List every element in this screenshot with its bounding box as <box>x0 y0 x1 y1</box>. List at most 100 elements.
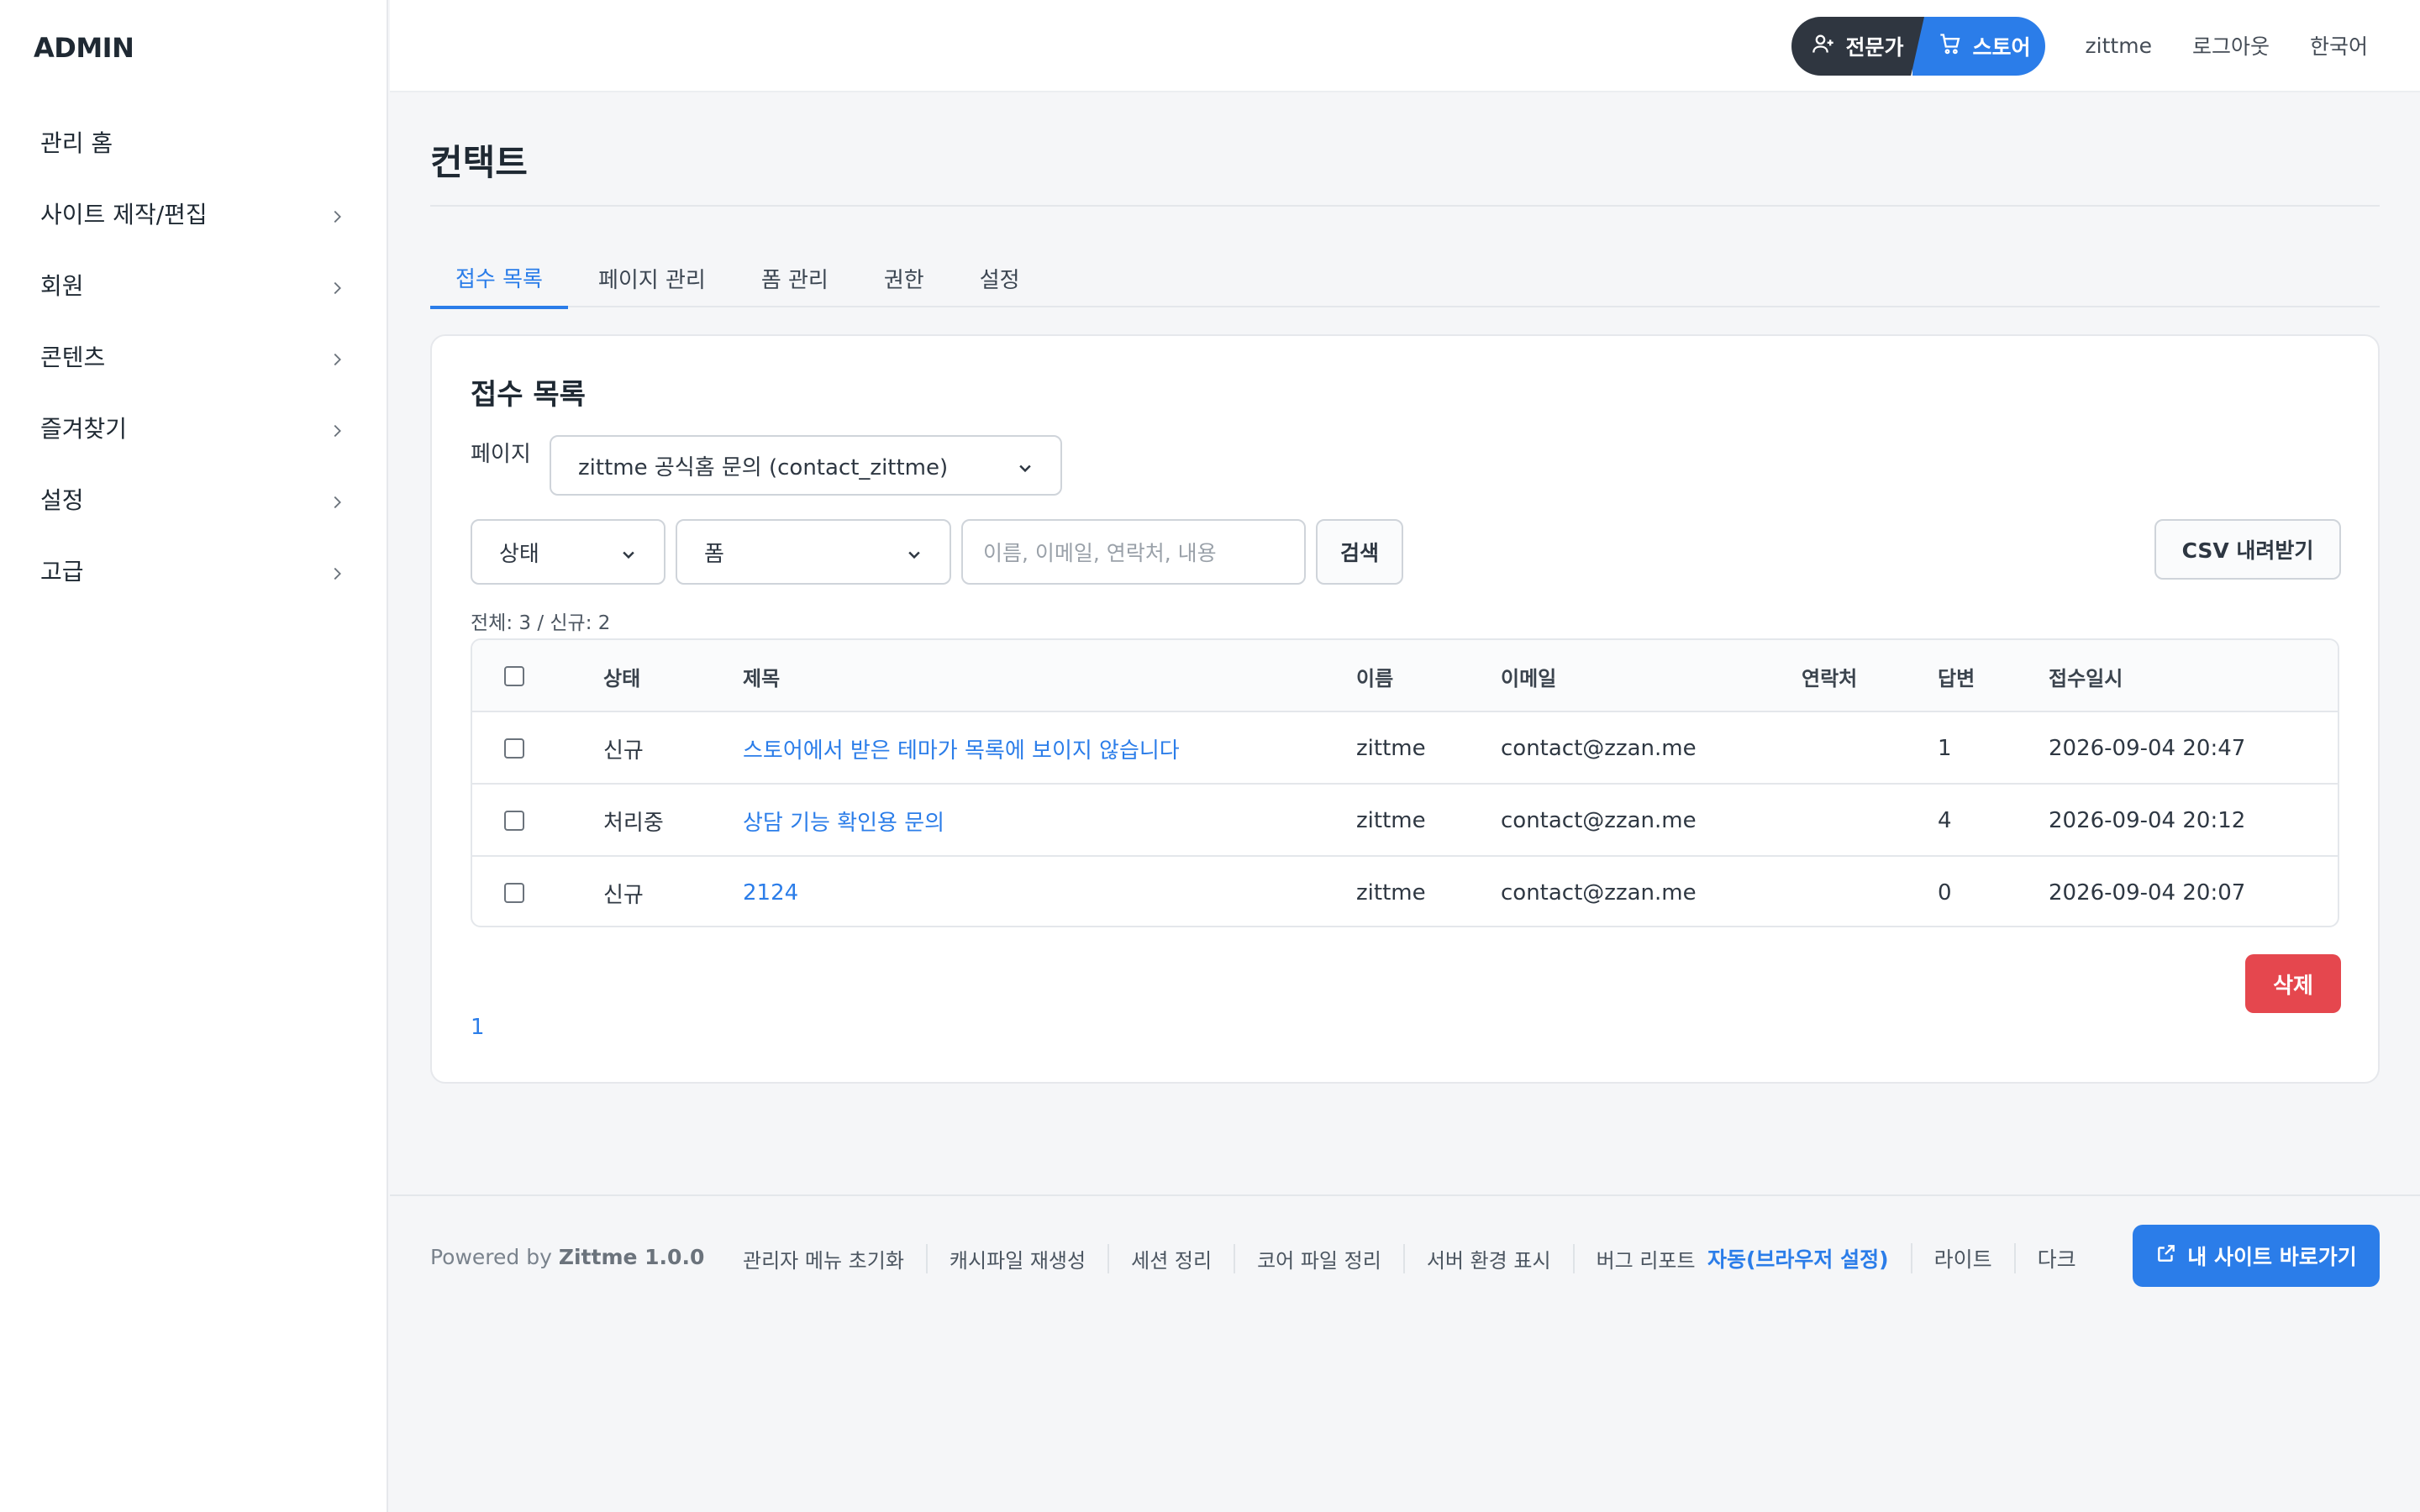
sidebar-item-label: 고급 <box>40 557 84 585</box>
tab-form-management[interactable]: 폼 관리 <box>736 249 854 307</box>
chevron-down-icon <box>906 543 923 560</box>
chevron-right-icon <box>328 561 346 580</box>
csv-download-button[interactable]: CSV 내려받기 <box>2154 519 2341 580</box>
row-name: zittme <box>1356 880 1426 906</box>
footer-divider <box>390 1194 2420 1196</box>
page-select[interactable]: zittme 공식홈 문의 (contact_zittme) <box>550 435 1062 496</box>
search-input[interactable]: 이름, 이메일, 연락처, 내용 <box>961 519 1306 585</box>
page-title: 컨택트 <box>430 142 528 183</box>
delete-button[interactable]: 삭제 <box>2245 954 2341 1013</box>
row-status: 신규 <box>603 882 644 908</box>
visit-site-button[interactable]: 내 사이트 바로가기 <box>2133 1225 2380 1287</box>
sidebar-item-members[interactable]: 회원 <box>0 249 387 320</box>
row-replies: 1 <box>1938 736 1952 761</box>
tab-settings[interactable]: 설정 <box>955 249 1045 307</box>
visit-site-label: 내 사이트 바로가기 <box>2187 1245 2357 1269</box>
theme-dark[interactable]: 다크 <box>2013 1243 2098 1273</box>
powered-prefix: Powered by <box>430 1245 552 1269</box>
table-row: 신규 2124 zittme contact@zzan.me 0 2026-09… <box>472 857 2338 926</box>
admin-logo[interactable]: ADMIN <box>34 32 134 64</box>
chevron-right-icon <box>328 204 346 223</box>
page-label: 페이지 <box>471 442 531 467</box>
header-date: 접수일시 <box>2049 666 2123 690</box>
tab-permissions[interactable]: 권한 <box>859 249 950 307</box>
footer-links: 관리자 메뉴 초기화 캐시파일 재생성 세션 정리 코어 파일 정리 서버 환경… <box>743 1243 1718 1273</box>
row-date: 2026-09-04 20:47 <box>2049 736 2246 761</box>
user-link[interactable]: zittme <box>2086 34 2152 58</box>
footer-link-bug-report[interactable]: 버그 리포트 <box>1572 1243 1718 1273</box>
row-replies: 0 <box>1938 880 1952 906</box>
row-select-cell <box>504 785 524 857</box>
table-row: 처리중 상담 기능 확인용 문의 zittme contact@zzan.me … <box>472 785 2338 857</box>
sidebar-item-label: 콘텐츠 <box>40 343 106 371</box>
row-select-cell <box>504 712 524 785</box>
external-link-icon <box>2155 1242 2177 1269</box>
row-subject-link[interactable]: 스토어에서 받은 테마가 목록에 보이지 않습니다 <box>743 712 1180 785</box>
status-select-value: 상태 <box>499 541 539 567</box>
submissions-card: 접수 목록 페이지 zittme 공식홈 문의 (contact_zittme)… <box>430 334 2380 1084</box>
row-email: contact@zzan.me <box>1501 736 1697 761</box>
header-email: 이메일 <box>1501 666 1557 690</box>
pagination-page-1[interactable]: 1 <box>471 1015 485 1040</box>
footer-link-clean-sessions[interactable]: 세션 정리 <box>1107 1243 1234 1273</box>
header-replies: 답변 <box>1938 666 1975 690</box>
header-status: 상태 <box>603 666 641 690</box>
store-label: 스토어 <box>1972 35 2031 60</box>
row-status: 신규 <box>603 738 644 764</box>
select-all-checkbox[interactable] <box>504 666 524 686</box>
tab-bar: 접수 목록 페이지 관리 폼 관리 권한 설정 <box>430 249 2380 309</box>
footer-link-server-env[interactable]: 서버 환경 표시 <box>1402 1243 1573 1273</box>
sidebar-item-label: 설정 <box>40 486 84 514</box>
footer-link-clean-core-files[interactable]: 코어 파일 정리 <box>1234 1243 1403 1273</box>
top-links: zittme 로그아웃 한국어 <box>2086 0 2368 91</box>
search-button[interactable]: 검색 <box>1316 519 1403 585</box>
theme-switcher: 자동(브라우저 설정) 라이트 다크 <box>1707 1243 2098 1273</box>
sidebar-item-settings[interactable]: 설정 <box>0 463 387 534</box>
row-subject-link[interactable]: 상담 기능 확인용 문의 <box>743 785 944 857</box>
sidebar-item-favorites[interactable]: 즐겨찾기 <box>0 391 387 463</box>
header-phone: 연락처 <box>1802 666 1858 690</box>
sidebar-item-site-builder[interactable]: 사이트 제작/편집 <box>0 177 387 249</box>
status-select[interactable]: 상태 <box>471 519 666 585</box>
expert-button[interactable]: 전문가 <box>1791 17 1924 76</box>
chevron-right-icon <box>328 276 346 294</box>
row-replies: 4 <box>1938 808 1952 833</box>
row-subject-link[interactable]: 2124 <box>743 857 798 926</box>
language-link[interactable]: 한국어 <box>2310 30 2368 60</box>
footer-link-reset-menu[interactable]: 관리자 메뉴 초기화 <box>743 1244 926 1273</box>
row-email: contact@zzan.me <box>1501 880 1697 906</box>
theme-auto[interactable]: 자동(브라우저 설정) <box>1707 1243 1911 1273</box>
sidebar-item-label: 사이트 제작/편집 <box>40 200 208 228</box>
row-checkbox[interactable] <box>504 738 524 759</box>
expert-label: 전문가 <box>1845 35 1904 60</box>
store-button[interactable]: 스토어 <box>1912 17 2045 76</box>
powered-by: Powered by Zittme 1.0.0 <box>430 1245 704 1269</box>
row-checkbox[interactable] <box>504 811 524 831</box>
sidebar: ADMIN 관리 홈 사이트 제작/편집 회원 콘텐츠 즐겨찾기 설정 고급 <box>0 0 388 1512</box>
tab-submissions[interactable]: 접수 목록 <box>430 249 568 309</box>
form-select[interactable]: 폼 <box>676 519 951 585</box>
logout-link[interactable]: 로그아웃 <box>2192 30 2270 60</box>
submissions-table: 상태 제목 이름 이메일 연락처 답변 접수일시 신규 스토어에서 받은 테마가… <box>471 638 2339 927</box>
row-name: zittme <box>1356 808 1426 833</box>
topbar: 전문가 스토어 zittme 로그아웃 한국어 <box>390 0 2420 92</box>
card-title: 접수 목록 <box>471 378 586 412</box>
sidebar-item-contents[interactable]: 콘텐츠 <box>0 320 387 391</box>
row-date: 2026-09-04 20:07 <box>2049 880 2246 906</box>
row-checkbox[interactable] <box>504 883 524 903</box>
header-subject: 제목 <box>743 666 781 690</box>
user-plus-icon <box>1812 32 1835 60</box>
sidebar-item-advanced[interactable]: 고급 <box>0 534 387 606</box>
row-name: zittme <box>1356 736 1426 761</box>
sidebar-item-admin-home[interactable]: 관리 홈 <box>0 106 387 177</box>
title-divider <box>430 205 2380 207</box>
row-date: 2026-09-04 20:12 <box>2049 808 2246 833</box>
cart-icon <box>1939 32 1962 60</box>
search-placeholder: 이름, 이메일, 연락처, 내용 <box>983 541 1217 565</box>
mode-switch: 전문가 스토어 <box>1791 17 2045 76</box>
theme-light[interactable]: 라이트 <box>1910 1243 2014 1273</box>
tab-page-management[interactable]: 페이지 관리 <box>573 249 731 307</box>
sidebar-item-label: 즐겨찾기 <box>40 414 128 443</box>
row-status: 처리중 <box>603 810 664 836</box>
footer-link-regenerate-cache[interactable]: 캐시파일 재생성 <box>925 1243 1107 1273</box>
